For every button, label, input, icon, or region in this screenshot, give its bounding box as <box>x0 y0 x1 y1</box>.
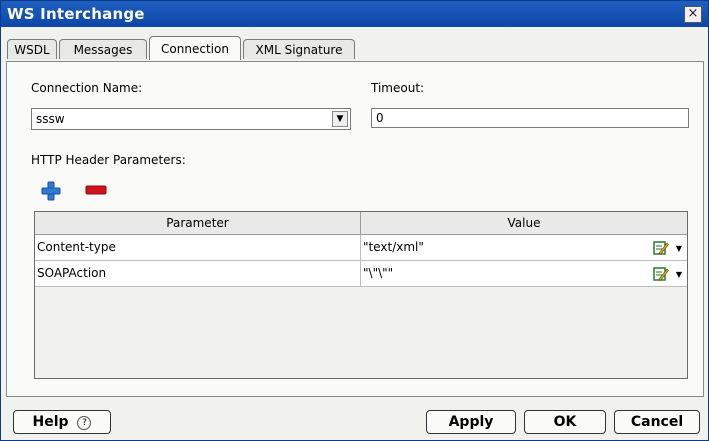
chevron-down-icon[interactable]: ▼ <box>676 244 682 253</box>
http-header-label: HTTP Header Parameters: <box>31 153 186 167</box>
edit-icon[interactable] <box>653 266 669 282</box>
help-label: Help <box>32 414 69 430</box>
timeout-label: Timeout: <box>371 81 425 95</box>
tab-xml-signature[interactable]: XML Signature <box>243 39 355 59</box>
column-header-parameter[interactable]: Parameter <box>35 212 361 234</box>
dialog-window: WS Interchange × WSDL Messages Connectio… <box>0 0 709 441</box>
connection-name-label: Connection Name: <box>31 81 143 95</box>
timeout-input[interactable]: 0 <box>371 108 689 128</box>
connection-name-select[interactable]: sssw ▼ <box>31 108 351 130</box>
table-row[interactable]: Content-type "text/xml" ▼ <box>35 235 687 261</box>
help-button[interactable]: Help ? <box>13 410 111 434</box>
value-cell[interactable]: "\"\"" <box>361 261 687 287</box>
title-bar[interactable]: WS Interchange × <box>1 1 708 27</box>
tab-messages[interactable]: Messages <box>59 39 147 59</box>
window-title: WS Interchange <box>7 5 145 23</box>
close-button[interactable]: × <box>684 6 702 23</box>
table-header: Parameter Value <box>35 212 687 235</box>
column-header-value[interactable]: Value <box>361 212 687 234</box>
edit-icon[interactable] <box>653 240 669 256</box>
minus-icon[interactable] <box>85 185 107 195</box>
plus-icon[interactable] <box>41 181 61 201</box>
chevron-down-icon[interactable]: ▼ <box>676 270 682 279</box>
value-cell[interactable]: "text/xml" <box>361 235 687 261</box>
ok-button[interactable]: OK <box>524 410 606 434</box>
parameter-cell[interactable]: SOAPAction <box>35 261 361 287</box>
tab-wsdl[interactable]: WSDL <box>7 39 57 59</box>
table-row[interactable]: SOAPAction "\"\"" ▼ <box>35 261 687 287</box>
http-params-table: Parameter Value Content-type "text/xml" … <box>34 211 688 379</box>
parameter-cell[interactable]: Content-type <box>35 235 361 261</box>
connection-name-value: sssw <box>36 112 65 126</box>
chevron-down-icon[interactable]: ▼ <box>332 111 348 127</box>
question-icon: ? <box>77 416 92 430</box>
apply-button[interactable]: Apply <box>426 410 516 434</box>
cancel-button[interactable]: Cancel <box>614 410 700 434</box>
tab-connection[interactable]: Connection <box>149 36 241 60</box>
